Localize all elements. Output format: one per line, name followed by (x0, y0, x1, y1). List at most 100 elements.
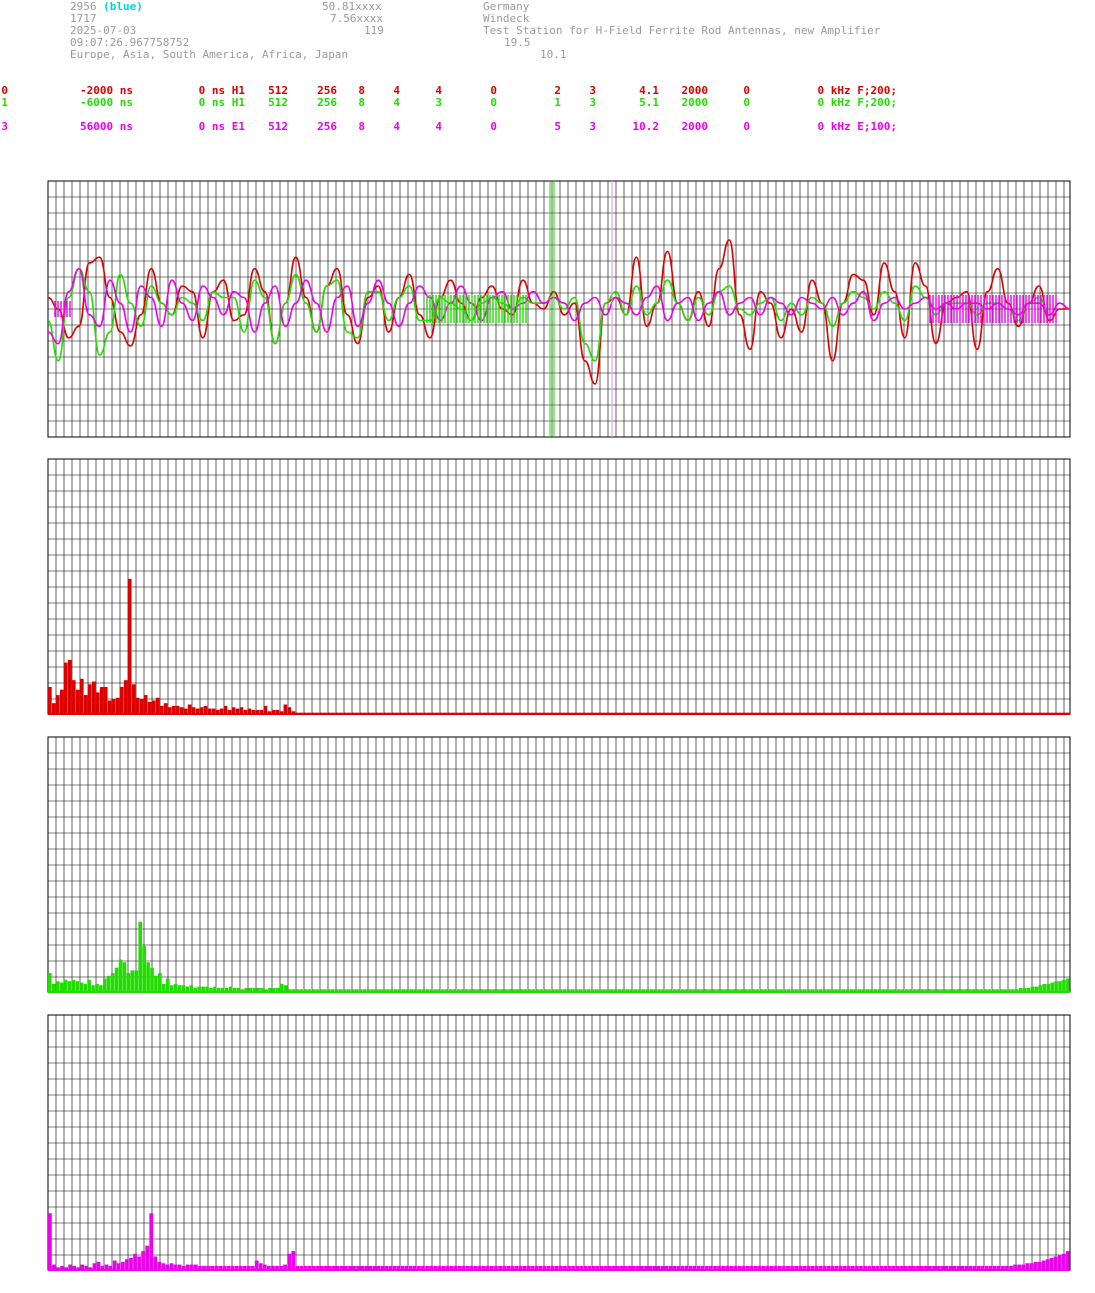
waveform-series-1 (47, 267, 1071, 362)
spectrum-2-bar-25 (146, 962, 150, 992)
spectrum-3-bar-12 (96, 1261, 101, 1270)
spectrum-1-bar-21 (131, 684, 136, 714)
spectrum-2-bar-34 (181, 985, 186, 992)
spectrum-2-bar-7 (75, 981, 80, 992)
spectrum-2-bar-8 (79, 982, 84, 992)
spectrum-2-bar-252 (1038, 985, 1043, 992)
spectrum-2-bar-21 (130, 970, 135, 992)
spectrum-3-bar-11 (92, 1263, 97, 1270)
spectrum-1-bar-44 (223, 705, 228, 714)
spectrum-1-bar-24 (143, 695, 148, 714)
spectrum-1-bar-8 (79, 678, 84, 714)
spectrum-1-bar-30 (167, 707, 172, 714)
spectrum-1-bar-15 (107, 700, 112, 715)
spectrum-2-bar-23 (138, 921, 143, 992)
spectrum-1-bar-26 (151, 700, 156, 715)
spectrum-3-bar-249 (1057, 1255, 1062, 1270)
spectrum-2-bar-20 (126, 973, 131, 992)
spectrum-1-bar-5 (67, 659, 72, 714)
frame-panel-1 (47, 458, 1071, 715)
spectrum-3-bar-250 (1061, 1253, 1066, 1270)
spectrum-1-bar-54 (263, 705, 268, 714)
spectrum-2-bar-10 (87, 979, 91, 992)
spectrum-1-bar-4 (63, 662, 68, 714)
spectrum-1-bar-46 (231, 707, 236, 714)
spectrum-3-bar-242 (1029, 1263, 1034, 1270)
spectrum-3-bar-251 (1065, 1251, 1070, 1270)
spectrum-3-bar-0 (48, 1213, 52, 1270)
spectrum-1-bar-10 (87, 684, 92, 714)
spectrum-2-bar-15 (106, 975, 111, 992)
spectrum-1-bar-9 (83, 695, 88, 714)
spectrum-1-bar-48 (239, 707, 244, 714)
spectrum-2-bar-59 (279, 983, 284, 992)
spectrum-1-bar-20 (127, 578, 132, 714)
spectrum-1-bar-23 (139, 699, 144, 714)
spectrum-1-bar-25 (147, 701, 152, 714)
spectrum-3-bar-24 (145, 1245, 150, 1270)
grid-panel-2 (47, 736, 1070, 992)
spectrum-3-bar-244 (1037, 1261, 1042, 1270)
spectrum-1-bar-38 (199, 707, 204, 714)
spectrum-3-bar-243 (1033, 1261, 1038, 1270)
spectrum-1-bar-31 (171, 705, 176, 714)
spectrum-1-bar-17 (115, 697, 120, 714)
spectrum-2-bar-33 (177, 985, 182, 992)
spectrum-1-bar-22 (135, 697, 140, 714)
spectrum-2-bar-16 (110, 973, 115, 992)
spectrum-3-bar-16 (112, 1260, 117, 1270)
grid-panel-0 (47, 180, 1070, 438)
spectrum-2-bar-253 (1042, 983, 1047, 992)
spectrum-3-bar-18 (121, 1261, 125, 1270)
spectrum-1-bar-13 (99, 686, 104, 714)
spectrum-1-bar-1 (51, 703, 56, 714)
spectrum-3-bar-248 (1053, 1256, 1058, 1270)
spectrum-2-bar-60 (283, 985, 288, 992)
waveform-series-0 (47, 239, 1070, 385)
spectrum-3-bar-20 (129, 1257, 133, 1270)
spectrum-1-bar-32 (175, 705, 180, 714)
spectrum-1-bar-6 (71, 680, 76, 714)
spectrum-3-bar-21 (133, 1253, 137, 1270)
spectrum-1-bar-39 (203, 705, 208, 714)
spectrum-2-bar-0 (48, 973, 52, 992)
spectrum-2-bar-19 (122, 962, 127, 992)
spectrum-2-bar-30 (165, 978, 170, 993)
spectrum-1-bar-11 (91, 681, 96, 714)
spectrum-2-bar-255 (1050, 982, 1054, 992)
spectrum-1-bar-28 (159, 705, 164, 714)
spectrum-3-bar-22 (137, 1256, 141, 1270)
spectrum-2-bar-18 (118, 959, 123, 992)
spectrum-1-bar-18 (119, 686, 124, 714)
spectrum-3-bar-30 (169, 1263, 174, 1270)
spectrum-2-bar-9 (83, 983, 88, 992)
spectrum-1-bar-0 (48, 686, 52, 714)
spectrum-3-bar-246 (1045, 1259, 1050, 1270)
spectrum-1-bar-29 (163, 703, 168, 714)
spectrum-3-bar-23 (141, 1251, 146, 1270)
spectrum-3-bar-52 (258, 1263, 263, 1270)
spectrum-2-bar-36 (189, 985, 194, 992)
spectrum-2-bar-14 (103, 978, 107, 993)
spectrum-2-bar-4 (63, 979, 68, 992)
spectrum-3-bar-17 (116, 1263, 121, 1270)
spectrum-3-bar-51 (254, 1260, 259, 1270)
spectrum-2-bar-2 (55, 981, 60, 992)
spectrum-1-bar-35 (187, 704, 192, 714)
spectrum-1-bar-7 (75, 689, 80, 714)
spectrum-3-bar-19 (125, 1259, 129, 1270)
spectrum-3-bar-245 (1041, 1260, 1046, 1270)
spectrum-2-bar-26 (150, 967, 154, 992)
spectrum-2-bar-13 (99, 985, 103, 992)
frame-panel-2 (47, 736, 1071, 993)
spectrum-1-bar-12 (95, 692, 100, 714)
spectrum-3-bar-59 (287, 1253, 292, 1270)
spectrum-1-bar-36 (191, 707, 196, 714)
spectrum-1-bar-19 (123, 680, 128, 714)
spectrum-2-bar-32 (173, 983, 178, 992)
spectrum-2-bar-1 (51, 983, 56, 992)
spectrum-2-bar-259 (1066, 978, 1070, 993)
spectrum-1-bar-14 (103, 686, 108, 714)
spectrum-2-bar-28 (158, 973, 162, 992)
spectrum-2-bar-258 (1062, 979, 1066, 992)
